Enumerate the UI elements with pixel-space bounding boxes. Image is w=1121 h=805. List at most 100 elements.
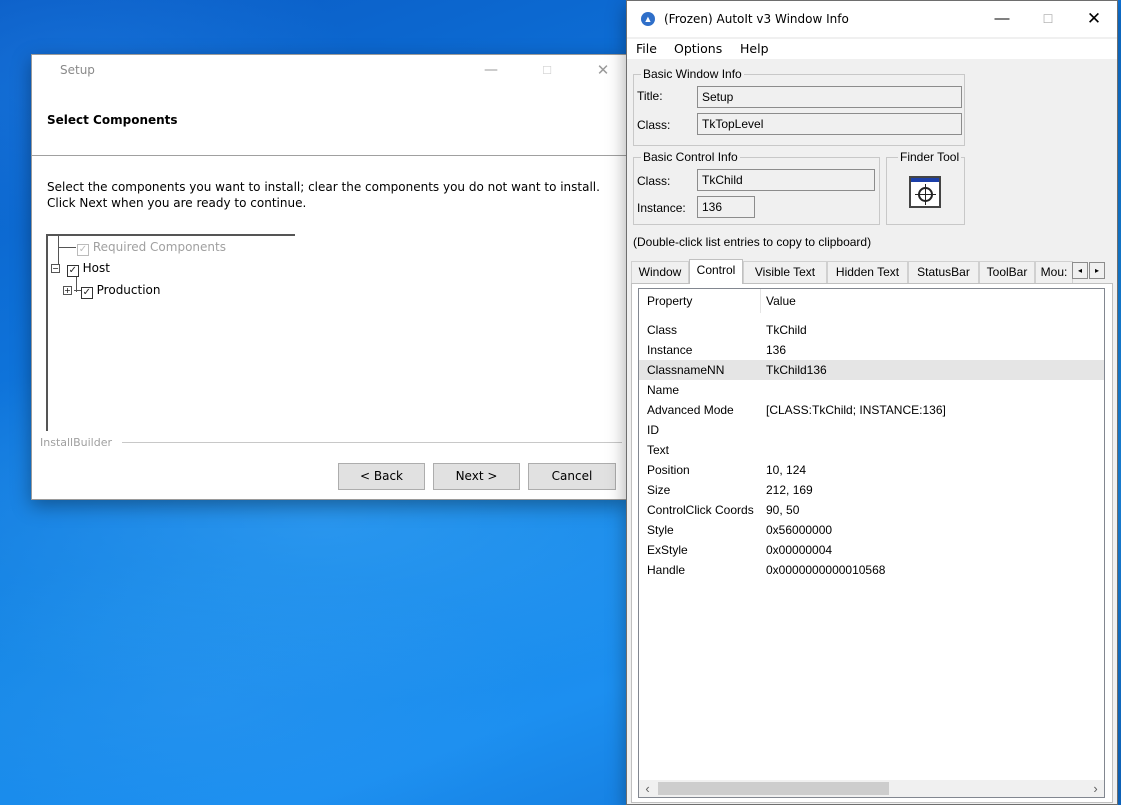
copy-hint-text: (Double-click list entries to copy to cl… bbox=[633, 235, 872, 249]
autoit-window-title: (Frozen) AutoIt v3 Window Info bbox=[664, 12, 849, 26]
column-divider[interactable] bbox=[760, 289, 761, 313]
value-cell: [CLASS:TkChild; INSTANCE:136] bbox=[766, 403, 946, 417]
tree-item-host[interactable]: − ✓ Host bbox=[51, 259, 110, 277]
table-row[interactable]: Advanced Mode [CLASS:TkChild; INSTANCE:1… bbox=[639, 400, 1104, 420]
installbuilder-label: InstallBuilder bbox=[40, 436, 118, 449]
value-cell: 90, 50 bbox=[766, 503, 800, 517]
header-divider bbox=[32, 155, 626, 156]
title-label: Title: bbox=[637, 89, 663, 103]
menu-options[interactable]: Options bbox=[674, 41, 722, 56]
finder-titlebar-shape bbox=[911, 178, 939, 182]
back-button[interactable]: < Back bbox=[338, 463, 425, 490]
tab-scroll-left-icon[interactable]: ◂ bbox=[1072, 262, 1088, 279]
value-cell: 0x0000000000010568 bbox=[766, 563, 886, 577]
table-row[interactable]: ExStyle 0x00000004 bbox=[639, 540, 1104, 560]
tree-line bbox=[58, 247, 76, 248]
setup-window-title: Setup bbox=[60, 63, 95, 77]
tab-statusbar[interactable]: StatusBar bbox=[908, 261, 979, 283]
table-row[interactable]: ControlClick Coords 90, 50 bbox=[639, 500, 1104, 520]
setup-window: Setup — ☐ ✕ Select Components Select the… bbox=[31, 54, 627, 500]
table-row[interactable]: Handle 0x0000000000010568 bbox=[639, 560, 1104, 580]
control-tab-panel: Property Value Class TkChild Instance 13… bbox=[631, 283, 1113, 803]
maximize-button[interactable]: ☐ bbox=[1025, 1, 1071, 37]
minimize-button[interactable]: — bbox=[979, 1, 1025, 37]
property-cell: Class bbox=[647, 323, 678, 337]
minimize-button[interactable]: — bbox=[468, 55, 514, 86]
group-label: Basic Window Info bbox=[641, 67, 744, 81]
menu-bar: File Options Help bbox=[627, 39, 1117, 59]
table-row-selected[interactable]: ClassnameNN TkChild136 bbox=[639, 360, 1104, 380]
property-cell: Style bbox=[647, 523, 674, 537]
close-button[interactable]: ✕ bbox=[580, 55, 626, 86]
collapse-icon[interactable]: − bbox=[51, 264, 60, 273]
finder-tool-icon[interactable] bbox=[909, 176, 941, 208]
tab-hidden-text[interactable]: Hidden Text bbox=[827, 261, 908, 283]
tab-control[interactable]: Control bbox=[689, 259, 743, 284]
components-tree[interactable]: ✓ Required Components − ✓ Host + ✓ Produ… bbox=[46, 234, 295, 431]
scroll-right-icon[interactable]: › bbox=[1087, 780, 1104, 797]
menu-help[interactable]: Help bbox=[740, 41, 769, 56]
horizontal-scrollbar[interactable]: ‹ › bbox=[639, 780, 1104, 797]
next-button[interactable]: Next > bbox=[433, 463, 520, 490]
column-header-value[interactable]: Value bbox=[766, 294, 796, 308]
basic-control-info-group: Basic Control Info Class: TkChild Instan… bbox=[633, 150, 880, 225]
instructions-text: Select the components you want to instal… bbox=[47, 180, 600, 210]
checkbox-icon[interactable]: ✓ bbox=[66, 265, 79, 277]
property-cell: ControlClick Coords bbox=[647, 503, 754, 517]
autoit-logo-icon: ▲ bbox=[641, 12, 655, 26]
close-button[interactable]: ✕ bbox=[1071, 1, 1117, 37]
control-instance-field[interactable]: 136 bbox=[697, 196, 755, 218]
property-cell: Advanced Mode bbox=[647, 403, 734, 417]
expand-icon[interactable]: + bbox=[63, 286, 72, 295]
table-row[interactable]: Instance 136 bbox=[639, 340, 1104, 360]
crosshair-line-shape bbox=[925, 184, 926, 205]
cancel-button[interactable]: Cancel bbox=[528, 463, 616, 490]
property-cell: Position bbox=[647, 463, 690, 477]
property-cell: Name bbox=[647, 383, 680, 397]
table-row[interactable]: Style 0x56000000 bbox=[639, 520, 1104, 540]
window-title-field[interactable]: Setup bbox=[697, 86, 962, 108]
table-row[interactable]: Name bbox=[639, 380, 1104, 400]
scroll-left-icon[interactable]: ‹ bbox=[639, 780, 656, 797]
tab-visible-text[interactable]: Visible Text bbox=[743, 261, 827, 283]
setup-titlebar[interactable]: Setup — ☐ ✕ bbox=[32, 55, 626, 86]
column-header-property[interactable]: Property bbox=[647, 294, 692, 308]
table-row[interactable]: Size 212, 169 bbox=[639, 480, 1104, 500]
group-label: Basic Control Info bbox=[641, 150, 740, 164]
scrollbar-thumb[interactable] bbox=[658, 782, 889, 795]
value-cell: 212, 169 bbox=[766, 483, 813, 497]
control-class-field[interactable]: TkChild bbox=[697, 169, 875, 191]
tab-window[interactable]: Window bbox=[631, 261, 689, 283]
maximize-button[interactable]: ☐ bbox=[524, 55, 570, 86]
tab-strip: Window Control Visible Text Hidden Text … bbox=[631, 259, 1113, 284]
class-label: Class: bbox=[637, 118, 671, 132]
checkbox-icon[interactable]: ✓ bbox=[80, 287, 93, 299]
tree-item-label: Required Components bbox=[92, 240, 226, 254]
tree-item-label: Production bbox=[96, 283, 161, 297]
tab-mouse[interactable]: Mou: bbox=[1035, 261, 1073, 283]
table-row[interactable]: Text bbox=[639, 440, 1104, 460]
list-header: Property Value bbox=[639, 289, 1104, 313]
table-row[interactable]: Position 10, 124 bbox=[639, 460, 1104, 480]
autoit-titlebar[interactable]: ▲ (Frozen) AutoIt v3 Window Info — ☐ ✕ bbox=[627, 1, 1117, 37]
tree-item-production[interactable]: + ✓ Production bbox=[63, 281, 161, 299]
window-class-field[interactable]: TkTopLevel bbox=[697, 113, 962, 135]
value-cell: 136 bbox=[766, 343, 787, 357]
instance-label: Instance: bbox=[637, 201, 686, 215]
brand-divider bbox=[122, 442, 622, 443]
table-row[interactable]: Class TkChild bbox=[639, 320, 1104, 340]
properties-list[interactable]: Property Value Class TkChild Instance 13… bbox=[638, 288, 1105, 798]
finder-tool-group: Finder Tool bbox=[886, 150, 965, 225]
property-cell: Text bbox=[647, 443, 670, 457]
property-cell: ClassnameNN bbox=[647, 363, 725, 377]
group-label: Finder Tool bbox=[898, 150, 962, 164]
checkbox-icon: ✓ bbox=[77, 244, 89, 256]
tab-toolbar[interactable]: ToolBar bbox=[979, 261, 1035, 283]
menu-file[interactable]: File bbox=[636, 41, 657, 56]
property-cell: Handle bbox=[647, 563, 686, 577]
table-row[interactable]: ID bbox=[639, 420, 1104, 440]
property-cell: ExStyle bbox=[647, 543, 688, 557]
tab-scroll-right-icon[interactable]: ▸ bbox=[1089, 262, 1105, 279]
basic-window-info-group: Basic Window Info Title: Setup Class: Tk… bbox=[633, 67, 965, 146]
property-cell: ID bbox=[647, 423, 659, 437]
